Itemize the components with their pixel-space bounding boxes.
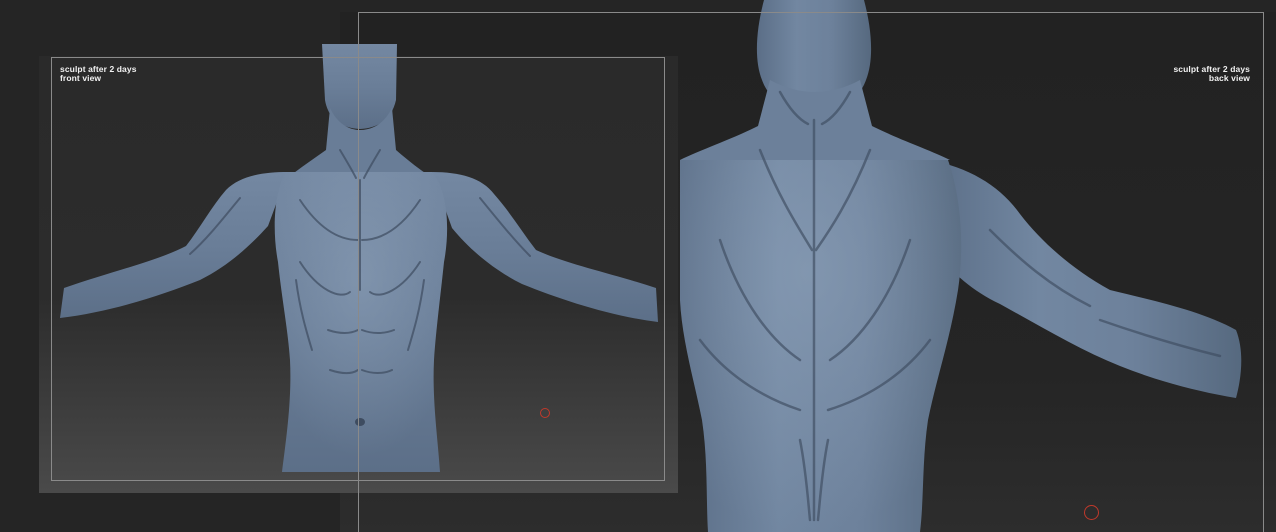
- front-torso-sculpt: [60, 44, 658, 472]
- front-cursor-marker-icon: [540, 408, 550, 418]
- back-torso-sculpt: [680, 0, 1242, 532]
- front-navel: [355, 418, 365, 426]
- front-left-arm: [60, 172, 288, 318]
- back-right-arm: [930, 160, 1242, 398]
- back-view-caption: sculpt after 2 days back view: [1173, 65, 1250, 83]
- front-right-arm: [432, 172, 658, 322]
- back-caption-subtitle: back view: [1208, 73, 1250, 83]
- front-caption-subtitle: front view: [60, 73, 102, 83]
- front-view-caption: sculpt after 2 days front view: [60, 65, 137, 83]
- sculpt-renders: [60, 0, 1242, 532]
- back-torso-highlight: [680, 160, 962, 532]
- back-cursor-marker-icon: [1084, 505, 1099, 520]
- sculpt-comparison-canvas: sculpt after 2 days front view sculpt af…: [0, 0, 1276, 532]
